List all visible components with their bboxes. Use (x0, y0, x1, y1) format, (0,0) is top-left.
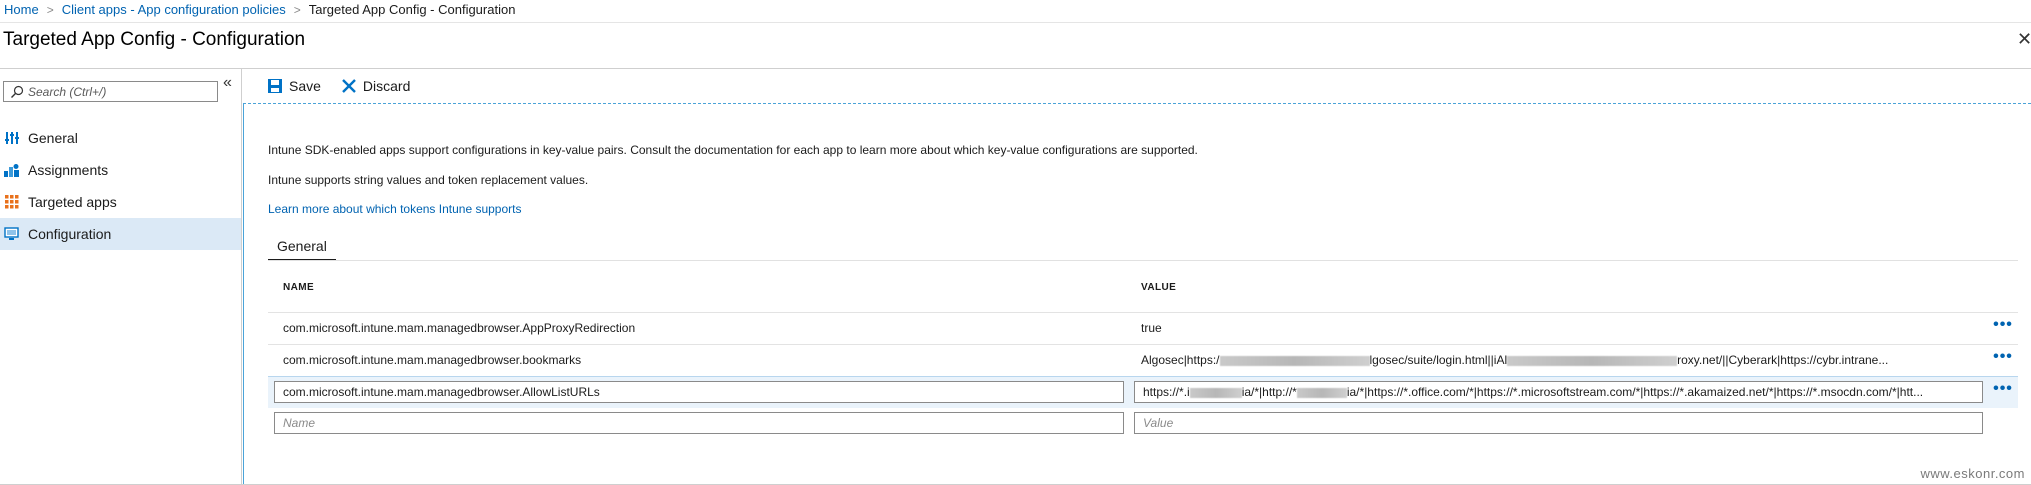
name-input[interactable]: com.microsoft.intune.mam.managedbrowser.… (274, 381, 1124, 403)
column-header-name: NAME (283, 282, 315, 293)
close-icon[interactable]: ✕ (2017, 28, 2031, 50)
collapse-icon[interactable]: « (223, 75, 232, 91)
redacted-mask (1507, 355, 1678, 366)
description-text: Intune SDK-enabled apps support configur… (268, 143, 1198, 157)
redacted-mask (1189, 387, 1242, 398)
column-header-value: VALUE (1141, 282, 1177, 293)
divider (0, 22, 2031, 23)
discard-button[interactable]: Discard (341, 78, 410, 94)
table-row[interactable]: com.microsoft.intune.mam.managedbrowser.… (268, 312, 2018, 344)
more-options-icon[interactable]: ••• (1992, 317, 2014, 335)
people-icon (2, 161, 22, 179)
discard-icon (342, 79, 356, 93)
value-input[interactable]: https://*.i ia/*|http://* ia/*|https://*.o… (1134, 381, 1983, 403)
table-row-selected[interactable]: com.microsoft.intune.mam.managedbrowser.… (268, 376, 2018, 408)
cell-name: com.microsoft.intune.mam.managedbrowser.… (283, 353, 582, 367)
focus-border (243, 104, 244, 485)
search-icon (11, 85, 24, 98)
redacted-mask (1219, 355, 1370, 366)
sidebar-item-general[interactable]: General (0, 122, 241, 154)
page-title: Targeted App Config - Configuration (3, 29, 306, 50)
grid-icon (2, 193, 22, 211)
sidebar-item-label: Assignments (28, 162, 109, 178)
cell-value: true (1141, 321, 1162, 335)
new-value-input[interactable]: Value (1134, 412, 1983, 434)
toolbar: Save Discard (243, 69, 2031, 104)
main-panel: Save Discard Intune SDK-enabled apps sup… (243, 69, 2031, 485)
breadcrumb-client-apps-link[interactable]: Client apps - App configuration policies (62, 2, 286, 18)
sidebar-item-label: General (28, 130, 78, 146)
watermark: www.eskonr.com (1920, 466, 2025, 481)
chevron-right-icon: > (46, 3, 54, 17)
breadcrumb-home-link[interactable]: Home (4, 2, 39, 18)
sidebar-nav: General Assignments Targeted apps Config… (0, 122, 241, 250)
new-row: Name Value (268, 410, 2018, 438)
monitor-icon (2, 225, 22, 243)
cell-name: com.microsoft.intune.mam.managedbrowser.… (283, 321, 636, 335)
redacted-mask (1296, 387, 1347, 398)
save-button[interactable]: Save (267, 78, 321, 94)
tab-general[interactable]: General (268, 237, 336, 261)
breadcrumb-current: Targeted App Config - Configuration (308, 2, 516, 17)
cell-value: Algosec|https:/lgosec/suite/login.html||… (1141, 353, 1889, 367)
discard-label: Discard (362, 78, 411, 94)
breadcrumb: Home > Client apps - App configuration p… (4, 2, 515, 18)
tab-bar: General (268, 237, 336, 261)
more-options-icon[interactable]: ••• (1992, 349, 2014, 367)
save-label: Save (289, 78, 321, 94)
sidebar-item-label: Configuration (28, 226, 112, 242)
new-name-input[interactable]: Name (274, 412, 1124, 434)
sidebar-item-assignments[interactable]: Assignments (0, 154, 241, 186)
search-input[interactable] (28, 84, 208, 99)
learn-more-link[interactable]: Learn more about which tokens Intune sup… (268, 202, 522, 216)
table-row[interactable]: com.microsoft.intune.mam.managedbrowser.… (268, 344, 2018, 376)
divider (268, 260, 2018, 261)
sidebar-item-targeted-apps[interactable]: Targeted apps (0, 186, 241, 218)
save-icon (268, 79, 282, 93)
sidebar-item-label: Targeted apps (28, 194, 117, 210)
description-text: Intune supports string values and token … (268, 173, 589, 187)
sidebar: « General (0, 69, 242, 485)
sidebar-item-configuration[interactable]: Configuration (0, 218, 241, 250)
bars-icon (2, 129, 22, 147)
search-box[interactable] (3, 81, 218, 102)
chevron-right-icon: > (293, 3, 301, 17)
more-options-icon[interactable]: ••• (1992, 381, 2014, 399)
